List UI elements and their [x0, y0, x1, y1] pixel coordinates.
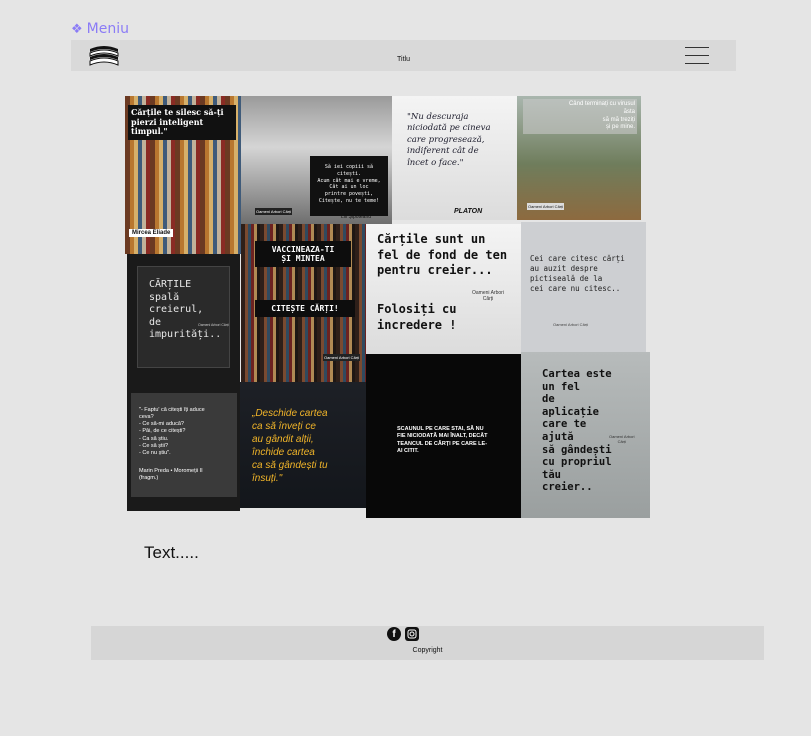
tile-tag: Oameni Arbori Cărți	[527, 203, 565, 210]
instagram-icon[interactable]	[405, 627, 419, 641]
tile-tag: Oameni Arbori Cărți	[472, 290, 504, 302]
hamburger-menu-icon[interactable]	[685, 47, 709, 64]
tile-quote: Cartea este un fel de aplicație care te …	[542, 368, 612, 494]
tile-tag: Oameni Arbori Cărți	[323, 354, 361, 361]
quote-tile-plictiseala[interactable]: Cei care citesc cărți au auzit despre pi…	[521, 222, 646, 352]
tile-subline: CITEȘTE CĂRȚI!	[255, 300, 355, 317]
tile-author: Lili Șipoteanu	[341, 214, 372, 220]
tile-tag: Oameni Arbori Cărți	[198, 323, 229, 327]
tile-quote: SCAUNUL PE CARE STAI, SĂ NU FIE NICIODAT…	[397, 426, 488, 455]
quote-tile-aplicatie[interactable]: Cartea este un fel de aplicație care te …	[521, 352, 650, 518]
tile-quote: Cei care citesc cărți au auzit despre pi…	[530, 254, 625, 294]
tile-author: PLATON	[454, 208, 483, 215]
quote-tile-scaunul[interactable]: SCAUNUL PE CARE STAI, SĂ NU FIE NICIODAT…	[366, 354, 521, 518]
tile-quote: Când terminați cu virusul ăsta să mă tre…	[523, 99, 637, 135]
tile-subline: Folosiți cu incredere !	[377, 302, 457, 332]
quote-tile-platon[interactable]: "Nu descuraja niciodată pe cineva care p…	[392, 96, 517, 220]
quote-card: "- Faptu' că citești îți aduce ceva? - C…	[131, 393, 237, 497]
tile-quote: CĂRȚILE spală creierul, de impurități..	[149, 279, 222, 340]
quote-tile-deschide-cartea[interactable]: „Deschide cartea ca să înveți ce au gând…	[240, 382, 366, 508]
tile-tag: Oameni Arbori Cărți	[255, 208, 293, 215]
tile-author: Mircea Eliade	[129, 229, 174, 237]
quote-tile-fond-de-ten[interactable]: Cărțile sunt un fel de fond de ten pentr…	[366, 224, 521, 354]
frame-label-text: Meniu	[86, 21, 129, 37]
copyright-text: Copyright	[412, 647, 443, 654]
quote-tile-moromietii[interactable]: "- Faptu' că citești îți aduce ceva? - C…	[127, 390, 240, 511]
tile-quote: "- Faptu' că citești îți aduce ceva? - C…	[139, 407, 205, 456]
quote-tile-spala-creierul[interactable]: CĂRȚILE spală creierul, de impurități.. …	[127, 254, 240, 390]
chalkboard: CĂRȚILE spală creierul, de impurități.. …	[137, 266, 230, 368]
tile-tag: Oameni Arbori Cărți	[553, 322, 589, 327]
facebook-icon[interactable]: f	[387, 627, 401, 641]
quote-tile-vaccin[interactable]: VACCINEAZA-TI ȘI MINTEA CITEȘTE CĂRȚI! O…	[241, 224, 366, 382]
component-icon: ❖	[71, 21, 83, 37]
social-links: f	[387, 627, 419, 641]
tile-author: Marin Preda • Moromeții II (fragm.)	[139, 468, 203, 482]
body-text: Text.....	[144, 543, 199, 562]
header-bar: Titlu	[71, 40, 736, 71]
frame-label: ❖ Meniu	[71, 21, 129, 37]
tile-quote: Să iei copiii să citești. Acum cât mai e…	[310, 156, 388, 216]
tile-headline: Cărțile sunt un fel de fond de ten pentr…	[377, 232, 508, 278]
tile-quote: Cărțile te silesc să-ți pierzi inteligen…	[128, 105, 236, 140]
tile-quote: "Nu descuraja niciodată pe cineva care p…	[407, 112, 491, 168]
footer-bar: f Copyright	[91, 626, 764, 660]
quote-tile-eliade[interactable]: Cărțile te silesc să-ți pierzi inteligen…	[125, 96, 241, 254]
quote-tile-squirrel[interactable]: Când terminați cu virusul ăsta să mă tre…	[517, 96, 641, 220]
tile-headline: VACCINEAZA-TI ȘI MINTEA	[255, 241, 351, 267]
header-title: Titlu	[397, 56, 410, 63]
quote-tile-sipoteanu[interactable]: Să iei copiii să citești. Acum cât mai e…	[241, 96, 392, 224]
tile-quote: „Deschide cartea ca să înveți ce au gând…	[252, 408, 328, 484]
tile-tag: Oameni Arbori Cărți	[609, 434, 635, 444]
